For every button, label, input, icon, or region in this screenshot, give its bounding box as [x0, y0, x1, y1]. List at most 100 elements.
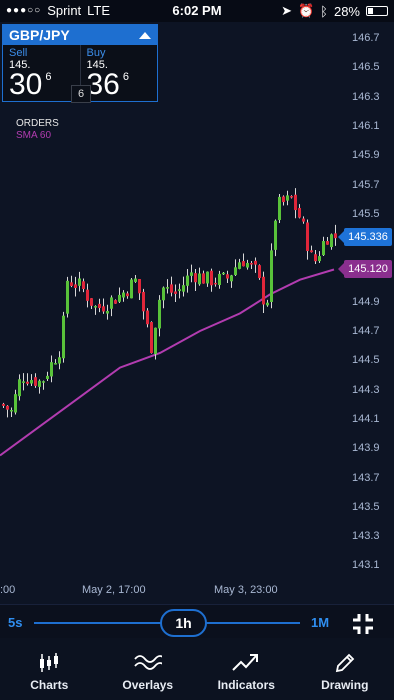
candle — [214, 282, 217, 285]
candle — [246, 262, 249, 268]
candle — [326, 241, 329, 245]
y-tick: 144.9 — [352, 295, 380, 308]
sma-price-tag: 145.120 — [338, 260, 392, 278]
candle — [322, 241, 325, 256]
candle — [158, 299, 161, 329]
chart-legend: ORDERS SMA 60 — [16, 118, 59, 142]
candle — [106, 310, 109, 314]
candle — [222, 272, 225, 275]
battery-icon — [366, 6, 388, 16]
candle — [66, 280, 69, 314]
tab-label: Overlays — [122, 678, 174, 692]
buy-label: Buy — [86, 47, 106, 59]
candle — [330, 234, 333, 248]
y-tick: 146.3 — [352, 90, 380, 103]
candle — [310, 250, 313, 253]
candle — [294, 194, 297, 211]
sell-pips: 30 — [9, 68, 43, 101]
candle — [278, 196, 281, 221]
candle — [18, 379, 21, 397]
candle — [150, 322, 153, 354]
candle — [242, 261, 245, 267]
candle — [22, 381, 25, 383]
tab-drawing[interactable]: Drawing — [296, 638, 394, 700]
candle — [274, 220, 277, 250]
candle — [206, 271, 209, 284]
symbol-selector[interactable]: GBP/JPY — [3, 25, 157, 45]
tab-indicators[interactable]: Indicators — [197, 638, 296, 700]
battery-percent: 28% — [333, 3, 360, 19]
candle — [14, 394, 17, 413]
candle — [198, 273, 201, 285]
candlestick-icon — [40, 653, 59, 672]
candle — [134, 278, 137, 282]
y-tick: 143.7 — [352, 471, 380, 484]
candle — [174, 291, 177, 294]
candle — [290, 196, 293, 198]
candle — [110, 297, 113, 309]
y-tick: 144.5 — [352, 354, 380, 367]
candle — [90, 298, 93, 306]
candle — [126, 293, 129, 297]
candle — [54, 363, 57, 365]
legend-sma[interactable]: SMA 60 — [16, 130, 59, 142]
y-tick: 143.1 — [352, 559, 380, 572]
y-tick: 146.1 — [352, 119, 380, 132]
candle — [50, 362, 53, 377]
candles-group — [2, 188, 337, 418]
sell-pipette: 6 — [45, 71, 52, 83]
sell-label: Sell — [9, 47, 28, 59]
candle — [30, 380, 33, 384]
candle — [78, 278, 81, 286]
candle — [74, 284, 77, 288]
price-chart[interactable] — [0, 22, 394, 604]
candle — [178, 289, 181, 292]
timeframe-max[interactable]: 1M — [311, 615, 329, 630]
location-icon: ➤ — [281, 3, 292, 18]
candle — [122, 292, 125, 298]
candle — [154, 327, 157, 355]
fullscreen-exit-icon[interactable] — [352, 613, 374, 635]
pencil-icon — [335, 653, 355, 673]
candle — [210, 270, 213, 286]
alarm-icon: ⏰ — [297, 3, 315, 18]
legend-orders[interactable]: ORDERS — [16, 118, 59, 130]
candlestick-chart[interactable] — [0, 22, 394, 604]
sell-quote[interactable]: Sell 145. 30 6 — [3, 45, 80, 101]
candle — [234, 267, 237, 276]
candle — [46, 375, 49, 379]
candle — [190, 272, 193, 276]
candle — [94, 306, 97, 308]
y-tick: 145.5 — [352, 207, 380, 220]
y-tick: 144.3 — [352, 383, 380, 396]
candle — [162, 287, 165, 301]
y-tick: 143.3 — [352, 530, 380, 543]
caret-up-icon — [139, 31, 151, 39]
candle — [194, 273, 197, 283]
buy-quote[interactable]: Buy 145. 36 6 — [79, 45, 158, 101]
candle — [270, 250, 273, 303]
candle — [26, 381, 29, 384]
y-tick: 146.5 — [352, 61, 380, 74]
candle — [318, 256, 321, 262]
y-tick: 146.7 — [352, 32, 380, 44]
tab-charts[interactable]: Charts — [0, 638, 99, 700]
candle — [70, 282, 73, 286]
candle — [118, 294, 121, 302]
spread-badge: 6 — [71, 85, 91, 103]
tab-label: Charts — [30, 678, 69, 692]
candle — [218, 273, 221, 286]
candle — [286, 195, 289, 201]
x-tick: :00 — [0, 584, 16, 596]
tab-overlays[interactable]: Overlays — [99, 638, 198, 700]
candle — [102, 306, 105, 312]
buy-pips: 36 — [86, 68, 120, 101]
x-tick: May 3, 23:00 — [214, 584, 278, 596]
candle — [138, 279, 141, 294]
y-tick: 145.7 — [352, 178, 380, 191]
candle — [130, 279, 133, 299]
timeframe-min[interactable]: 5s — [8, 615, 22, 630]
y-tick: 145.9 — [352, 149, 380, 162]
timeframe-slider-handle[interactable]: 1h — [160, 609, 207, 637]
candle — [226, 274, 229, 279]
